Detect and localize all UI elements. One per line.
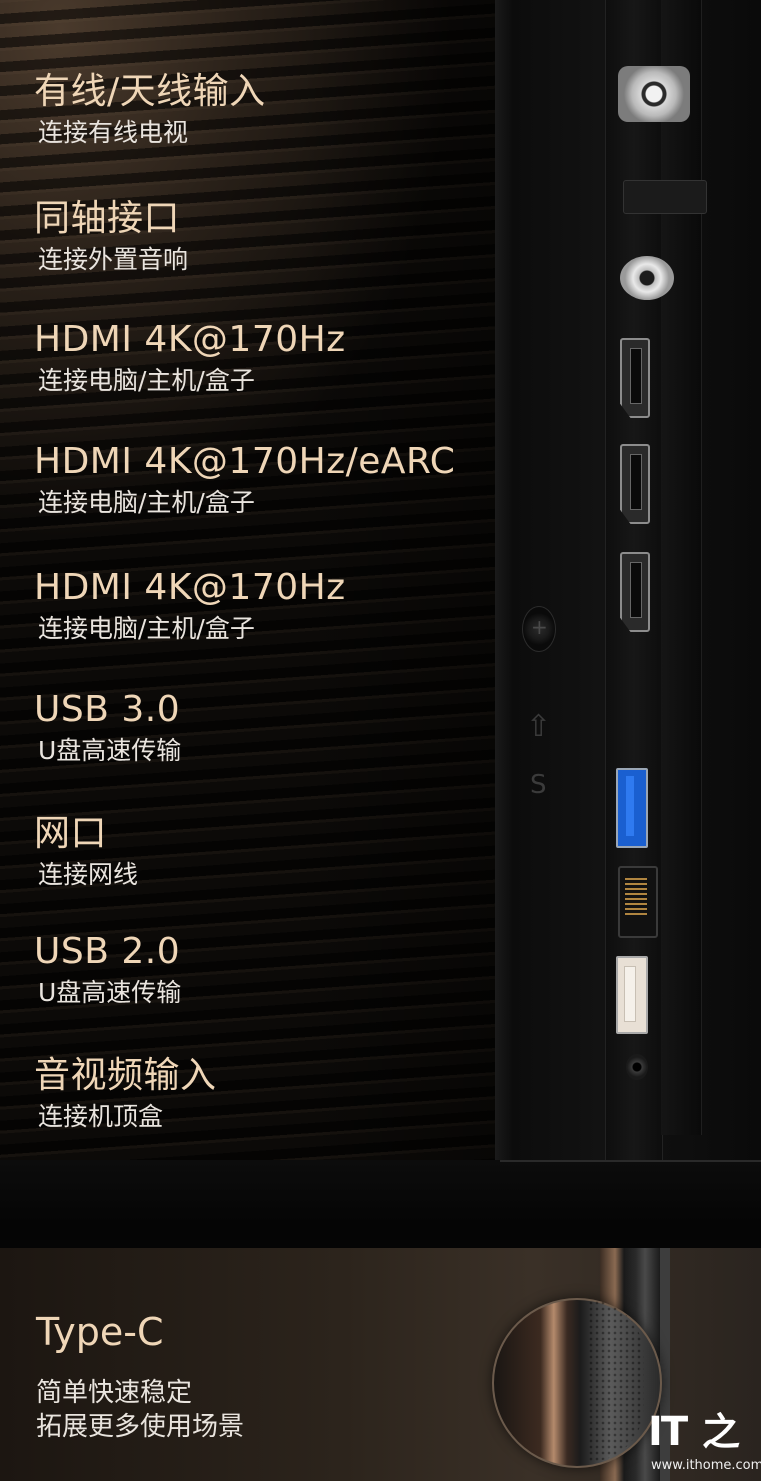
port-title: 有线/天线输入 (34, 71, 266, 112)
antenna-port (618, 66, 690, 122)
port-divider (623, 180, 707, 214)
ethernet-pins (625, 878, 647, 918)
usb2-tongue (624, 966, 636, 1022)
ithome-logo-char: 之 (702, 1410, 741, 1454)
typec-line-1: 简单快速稳定 (36, 1378, 193, 1408)
port-label-av: 音视频输入 连接机顶盒 (34, 1056, 217, 1132)
side-wall (661, 0, 702, 1135)
shelf-edge (500, 1160, 761, 1162)
port-label-hdmi-2: HDMI 4K@170Hz/eARC 连接电脑/主机/盒子 (34, 442, 455, 518)
watermark-url: www.ithome.com (651, 1458, 761, 1473)
hdmi-port-2-slot (630, 454, 642, 510)
port-title: HDMI 4K@170Hz (34, 319, 346, 360)
port-label-antenna: 有线/天线输入 连接有线电视 (34, 72, 266, 148)
coaxial-audio-port (620, 256, 674, 300)
port-title: USB 3.0 (34, 689, 181, 730)
hdmi-port-3-slot (630, 562, 642, 618)
port-title: USB 2.0 (34, 931, 181, 972)
port-title: HDMI 4K@170Hz (34, 567, 346, 608)
hdmi-port-1-slot (630, 348, 642, 404)
port-label-ethernet: 网口 连接网线 (34, 814, 138, 890)
port-title: 网口 (34, 813, 108, 854)
port-subtitle: 连接电脑/主机/盒子 (38, 366, 255, 395)
port-title: 音视频输入 (34, 1055, 217, 1096)
port-subtitle: 连接网线 (38, 860, 139, 889)
port-label-hdmi-3: HDMI 4K@170Hz 连接电脑/主机/盒子 (34, 568, 346, 644)
bottom-shelf (0, 1160, 761, 1222)
typec-line-2: 拓展更多使用场景 (36, 1412, 245, 1442)
arrow-up-icon: ⇧ (526, 709, 552, 744)
port-label-hdmi-1: HDMI 4K@170Hz 连接电脑/主机/盒子 (34, 320, 346, 396)
port-subtitle: 连接有线电视 (38, 118, 189, 147)
port-subtitle: 连接电脑/主机/盒子 (38, 614, 255, 643)
port-title: HDMI 4K@170Hz/eARC (34, 441, 456, 482)
port-subtitle: 连接电脑/主机/盒子 (38, 488, 255, 517)
port-title: 同轴接口 (34, 198, 181, 239)
port-infographic: + ⇧ S 有线/天线输入 连接有线电视 同轴接口 连接外置音响 HDMI 4K… (0, 0, 761, 1481)
port-subtitle: 连接外置音响 (38, 245, 189, 274)
port-label-usb2: USB 2.0 U盘高速传输 (34, 932, 181, 1008)
section-divider (0, 1222, 761, 1248)
port-label-usb3: USB 3.0 U盘高速传输 (34, 690, 181, 766)
av-input-jack (626, 1054, 648, 1080)
port-subtitle: U盘高速传输 (38, 736, 182, 765)
s-marking: S (530, 770, 547, 800)
bezel-step (495, 0, 513, 1160)
port-label-coaxial: 同轴接口 连接外置音响 (34, 199, 188, 275)
usb3-tongue (626, 776, 634, 836)
screw-cross: + (531, 615, 548, 639)
port-subtitle: 连接机顶盒 (38, 1102, 164, 1131)
port-subtitle: U盘高速传输 (38, 978, 182, 1007)
rear-panel-photo: + ⇧ S 有线/天线输入 连接有线电视 同轴接口 连接外置音响 HDMI 4K… (0, 0, 761, 1222)
ithome-logo: IT (648, 1409, 688, 1455)
typec-title: Type-C (36, 1310, 164, 1354)
